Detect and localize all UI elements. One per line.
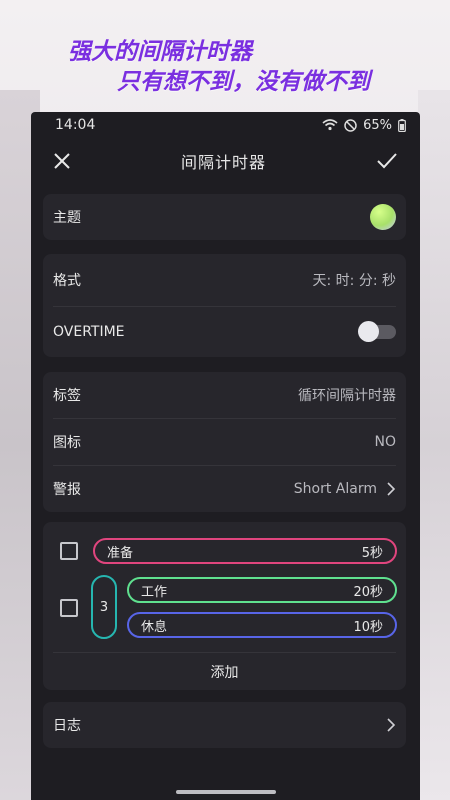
page-title: 间隔计时器 — [180, 153, 266, 172]
phone-screen: 14:04 65% 间隔计时器 主题 格式 天: 时: 分: 秒 OVERTIM… — [31, 112, 420, 800]
theme-row[interactable]: 主题 — [43, 194, 406, 240]
check-icon[interactable] — [376, 152, 398, 170]
alarm-row[interactable]: 警报 Short Alarm — [43, 466, 406, 512]
overtime-row[interactable]: OVERTIME — [43, 307, 406, 357]
loop-count-value: 3 — [99, 599, 109, 615]
theme-card: 主题 — [43, 194, 406, 240]
icon-label: 图标 — [53, 435, 81, 451]
theme-color-swatch[interactable] — [370, 204, 396, 230]
chevron-right-icon — [387, 718, 396, 732]
theme-label: 主题 — [53, 210, 81, 226]
format-label: 格式 — [53, 273, 81, 289]
icon-row[interactable]: 图标 NO — [43, 419, 406, 465]
prepare-name: 准备 — [107, 545, 134, 561]
rest-duration: 10秒 — [353, 619, 383, 635]
battery-percent: 65% — [363, 117, 392, 133]
dnd-icon — [344, 118, 357, 132]
format-value: 天: 时: 分: 秒 — [312, 273, 396, 289]
chevron-right-icon — [387, 482, 396, 496]
prepare-checkbox[interactable] — [60, 542, 78, 560]
promo-line-2: 只有想不到，没有做不到 — [117, 69, 370, 95]
overtime-toggle[interactable] — [358, 321, 396, 342]
rest-interval[interactable]: 休息 10秒 — [127, 612, 397, 638]
divider — [53, 652, 396, 653]
format-row[interactable]: 格式 天: 时: 分: 秒 — [43, 254, 406, 306]
work-duration: 20秒 — [353, 584, 383, 600]
loop-checkbox[interactable] — [60, 599, 78, 617]
rest-name: 休息 — [141, 619, 168, 635]
work-interval[interactable]: 工作 20秒 — [127, 577, 397, 603]
battery-icon — [398, 118, 406, 132]
tag-label: 标签 — [53, 388, 81, 404]
app-bar: 间隔计时器 — [31, 138, 420, 184]
settings-card: 标签 循环间隔计时器 图标 NO 警报 Short Alarm — [43, 372, 406, 512]
prepare-interval[interactable]: 准备 5秒 — [93, 538, 397, 564]
status-time: 14:04 — [55, 117, 96, 133]
intervals-card: 准备 5秒 3 工作 20秒 休息 10秒 添加 — [43, 522, 406, 690]
tag-value: 循环间隔计时器 — [298, 388, 396, 404]
work-name: 工作 — [141, 584, 168, 600]
home-indicator[interactable] — [176, 790, 276, 794]
loop-count[interactable]: 3 — [91, 575, 117, 639]
overtime-label: OVERTIME — [53, 324, 125, 340]
prepare-duration: 5秒 — [361, 545, 383, 561]
wifi-icon — [322, 119, 338, 131]
tag-row[interactable]: 标签 循环间隔计时器 — [43, 372, 406, 418]
log-label: 日志 — [53, 718, 81, 734]
log-row[interactable]: 日志 — [43, 702, 406, 748]
background-right — [418, 90, 450, 800]
promo-line-1: 强大的间隔计时器 — [68, 39, 252, 65]
icon-value: NO — [374, 434, 397, 450]
add-interval-button[interactable]: 添加 — [43, 662, 406, 682]
log-card: 日志 — [43, 702, 406, 748]
format-card: 格式 天: 时: 分: 秒 OVERTIME — [43, 254, 406, 357]
alarm-value: Short Alarm — [293, 481, 377, 497]
alarm-label: 警报 — [53, 482, 81, 498]
close-icon[interactable] — [53, 152, 71, 170]
status-bar: 14:04 65% — [31, 112, 420, 138]
